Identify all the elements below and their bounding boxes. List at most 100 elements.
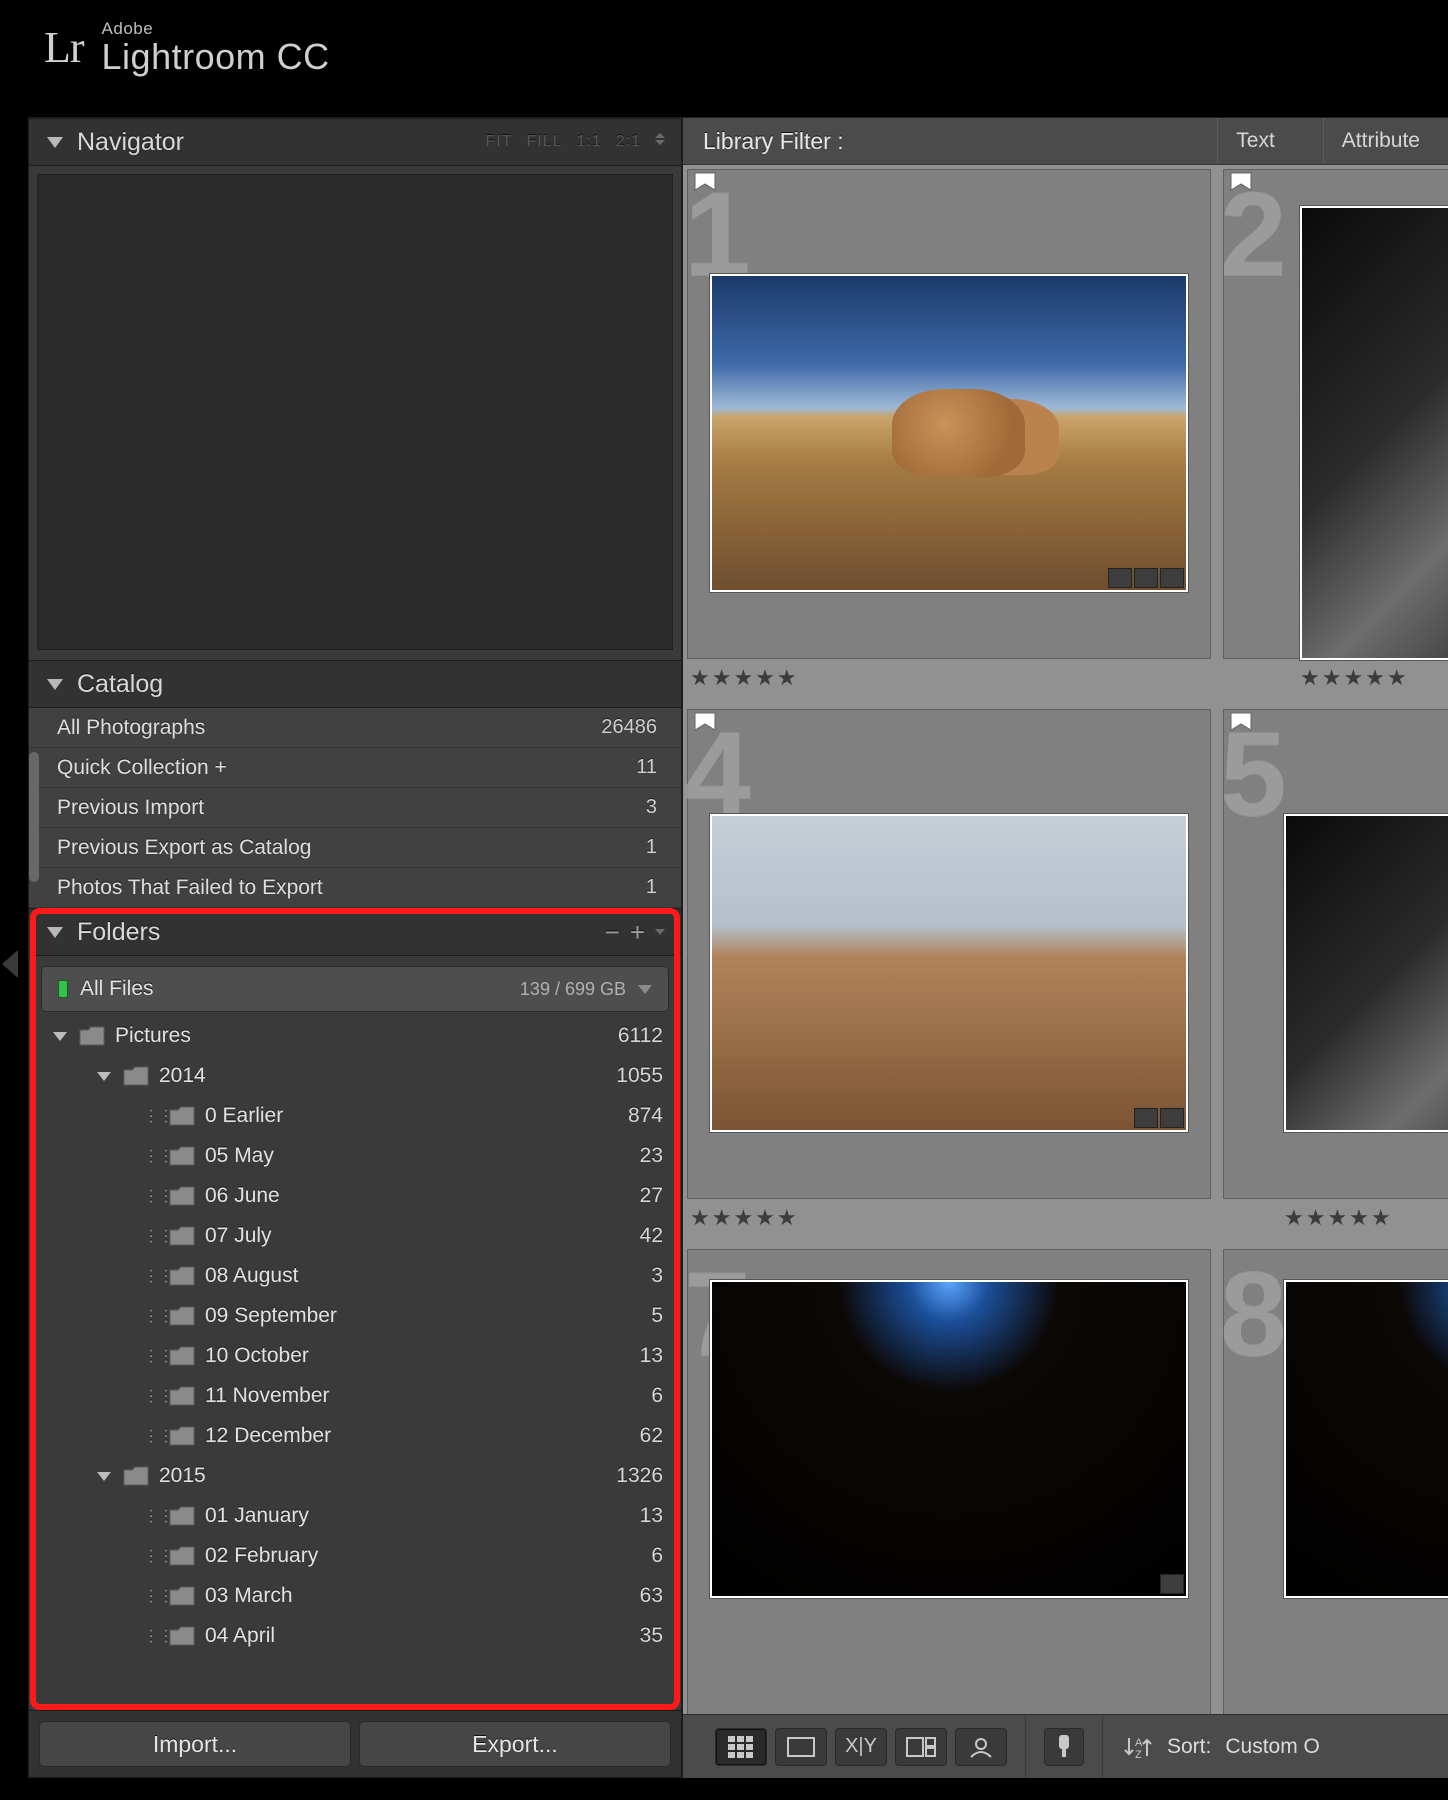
- thumbnail-image[interactable]: [710, 274, 1188, 592]
- folder-row[interactable]: ⋮⋮06 June27: [47, 1176, 663, 1216]
- filter-attribute-tab[interactable]: Attribute: [1323, 118, 1438, 164]
- disclosure-dots-icon[interactable]: ⋮⋮: [143, 1626, 161, 1646]
- folder-row[interactable]: ⋮⋮11 November6: [47, 1376, 663, 1416]
- volume-bar[interactable]: All Files 139 / 699 GB: [41, 966, 669, 1012]
- filter-text-tab[interactable]: Text: [1217, 118, 1293, 164]
- left-pane-collapse-handle[interactable]: [2, 950, 18, 978]
- disclosure-dots-icon[interactable]: ⋮⋮: [143, 1586, 161, 1606]
- badge-icon[interactable]: [1160, 1574, 1184, 1594]
- disclosure-dots-icon[interactable]: ⋮⋮: [143, 1346, 161, 1366]
- import-button[interactable]: Import...: [39, 1721, 351, 1767]
- folder-tree: Pictures611220141055⋮⋮0 Earlier874⋮⋮05 M…: [29, 1016, 681, 1662]
- thumbnail-image[interactable]: [710, 814, 1188, 1132]
- thumbnail-image[interactable]: [1284, 1280, 1448, 1598]
- folder-row[interactable]: ⋮⋮07 July42: [47, 1216, 663, 1256]
- disclosure-dots-icon[interactable]: ⋮⋮: [143, 1506, 161, 1526]
- folder-row[interactable]: ⋮⋮08 August3: [47, 1256, 663, 1296]
- remove-folder-button[interactable]: −: [605, 919, 620, 945]
- badge-icon[interactable]: [1134, 568, 1158, 588]
- rating-stars[interactable]: ★★★★★: [1300, 665, 1409, 691]
- disclosure-dots-icon[interactable]: ⋮⋮: [143, 1306, 161, 1326]
- disclosure-dots-icon[interactable]: ⋮⋮: [143, 1426, 161, 1446]
- badge-icon[interactable]: [1160, 568, 1184, 588]
- flag-icon[interactable]: [1230, 172, 1252, 200]
- view-loupe-button[interactable]: [775, 1728, 827, 1766]
- painter-tool-button[interactable]: [1044, 1728, 1084, 1766]
- disclosure-triangle-icon[interactable]: [47, 137, 63, 148]
- sort-direction-button[interactable]: AZ: [1123, 1734, 1153, 1760]
- zoom-2to1[interactable]: 2:1: [616, 133, 641, 151]
- thumbnail-image[interactable]: [1300, 206, 1448, 660]
- folder-count: 63: [640, 1584, 663, 1608]
- folder-row[interactable]: ⋮⋮09 September5: [47, 1296, 663, 1336]
- rating-stars[interactable]: ★★★★★: [1284, 1205, 1393, 1231]
- catalog-item[interactable]: Previous Import 3: [29, 788, 681, 828]
- thumbnail-image[interactable]: [1284, 814, 1448, 1132]
- badge-icon[interactable]: [1160, 1108, 1184, 1128]
- zoom-fill[interactable]: FILL: [526, 133, 562, 151]
- disclosure-dots-icon[interactable]: ⋮⋮: [143, 1386, 161, 1406]
- view-people-button[interactable]: [955, 1728, 1007, 1766]
- disclosure-dots-icon[interactable]: ⋮⋮: [143, 1146, 161, 1166]
- folder-row[interactable]: ⋮⋮05 May23: [47, 1136, 663, 1176]
- volume-menu-icon[interactable]: [638, 985, 652, 994]
- folder-name: 0 Earlier: [205, 1104, 628, 1128]
- sort-value[interactable]: Custom O: [1225, 1735, 1320, 1759]
- view-compare-button[interactable]: X|Y: [835, 1728, 887, 1766]
- rating-stars[interactable]: ★★★★★: [690, 1205, 799, 1231]
- folder-row[interactable]: ⋮⋮10 October13: [47, 1336, 663, 1376]
- disclosure-triangle-icon[interactable]: [97, 1072, 111, 1081]
- folder-row[interactable]: ⋮⋮02 February6: [47, 1536, 663, 1576]
- grid-cell[interactable]: 8: [1223, 1249, 1448, 1714]
- folders-menu-icon[interactable]: [655, 929, 665, 935]
- view-grid-button[interactable]: [715, 1728, 767, 1766]
- add-folder-button[interactable]: +: [630, 919, 645, 945]
- flag-icon[interactable]: [1230, 712, 1252, 740]
- folders-panel-header[interactable]: Folders − +: [29, 908, 681, 956]
- rating-stars[interactable]: ★★★★★: [690, 665, 799, 691]
- catalog-item[interactable]: Quick Collection + 11: [29, 748, 681, 788]
- zoom-1to1[interactable]: 1:1: [577, 133, 602, 151]
- disclosure-triangle-icon[interactable]: [53, 1032, 67, 1041]
- catalog-item[interactable]: Previous Export as Catalog 1: [29, 828, 681, 868]
- app-name: Lightroom CC: [102, 38, 330, 76]
- navigator-preview[interactable]: [37, 174, 673, 650]
- zoom-fit[interactable]: FIT: [485, 133, 512, 151]
- disclosure-dots-icon[interactable]: ⋮⋮: [143, 1546, 161, 1566]
- folder-row[interactable]: 20141055: [47, 1056, 663, 1096]
- grid-cell[interactable]: 1 ★★★★★: [687, 169, 1211, 659]
- export-button[interactable]: Export...: [359, 1721, 671, 1767]
- catalog-item[interactable]: All Photographs 26486: [29, 708, 681, 748]
- navigator-panel-header[interactable]: Navigator FIT FILL 1:1 2:1: [29, 118, 681, 166]
- thumbnail-badges: [1134, 1108, 1184, 1128]
- flag-icon[interactable]: [694, 172, 716, 200]
- svg-text:A: A: [1135, 1737, 1143, 1749]
- badge-icon[interactable]: [1108, 568, 1132, 588]
- catalog-item[interactable]: Photos That Failed to Export 1: [29, 868, 681, 908]
- grid-cell[interactable]: 2 ★★★★★: [1223, 169, 1448, 659]
- grid-cell[interactable]: 7: [687, 1249, 1211, 1714]
- left-scrollbar-thumb[interactable]: [29, 752, 39, 882]
- catalog-panel-header[interactable]: Catalog: [29, 660, 681, 708]
- disclosure-triangle-icon[interactable]: [97, 1472, 111, 1481]
- folder-row[interactable]: ⋮⋮0 Earlier874: [47, 1096, 663, 1136]
- disclosure-triangle-icon[interactable]: [47, 679, 63, 690]
- thumbnail-image[interactable]: [710, 1280, 1188, 1598]
- folder-row[interactable]: 20151326: [47, 1456, 663, 1496]
- grid-cell[interactable]: 5 ★★★★★: [1223, 709, 1448, 1199]
- disclosure-dots-icon[interactable]: ⋮⋮: [143, 1106, 161, 1126]
- disclosure-dots-icon[interactable]: ⋮⋮: [143, 1266, 161, 1286]
- folder-row[interactable]: Pictures6112: [47, 1016, 663, 1056]
- disclosure-dots-icon[interactable]: ⋮⋮: [143, 1186, 161, 1206]
- folder-row[interactable]: ⋮⋮01 January13: [47, 1496, 663, 1536]
- folder-row[interactable]: ⋮⋮04 April35: [47, 1616, 663, 1656]
- grid-cell[interactable]: 4 ★★★★★: [687, 709, 1211, 1199]
- folder-row[interactable]: ⋮⋮12 December62: [47, 1416, 663, 1456]
- badge-icon[interactable]: [1134, 1108, 1158, 1128]
- zoom-stepper-icon[interactable]: [655, 133, 665, 151]
- flag-icon[interactable]: [694, 712, 716, 740]
- disclosure-triangle-icon[interactable]: [47, 927, 63, 938]
- disclosure-dots-icon[interactable]: ⋮⋮: [143, 1226, 161, 1246]
- view-survey-button[interactable]: [895, 1728, 947, 1766]
- folder-row[interactable]: ⋮⋮03 March63: [47, 1576, 663, 1616]
